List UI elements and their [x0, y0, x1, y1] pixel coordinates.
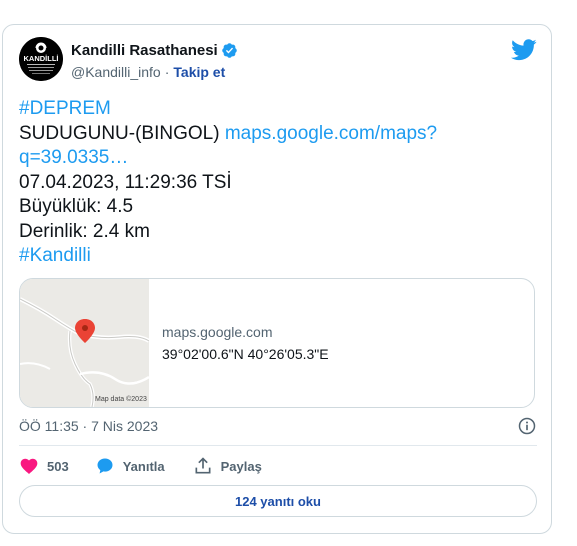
hashtag-deprem[interactable]: #DEPREM [19, 98, 111, 119]
hashtag-kandilli[interactable]: #Kandilli [19, 245, 91, 266]
share-button[interactable]: Paylaş [193, 456, 262, 476]
follow-button[interactable]: Takip et [173, 64, 225, 80]
tweet-header: KANDİLLİ Kandilli Rasathanesi @Kandilli_… [19, 37, 537, 81]
location-text: SUDUGUNU-(BINGOL) [19, 122, 225, 144]
like-button[interactable]: 503 [19, 456, 69, 476]
author-handle[interactable]: @Kandilli_info [71, 64, 161, 80]
depth-text: Derinlik: 2.4 km [19, 220, 150, 242]
map-link-card[interactable]: Map data ©2023 maps.google.com 39°02'00.… [19, 278, 535, 408]
map-image [20, 279, 151, 407]
share-label: Paylaş [220, 458, 262, 474]
reply-label: Yanıtla [122, 458, 165, 474]
tweet-text: #DEPREM SUDUGUNU-(BINGOL) maps.google.co… [19, 97, 539, 269]
datetime-text: 07.04.2023, 11:29:36 TSİ [19, 171, 232, 193]
author-display-name[interactable]: Kandilli Rasathanesi [71, 42, 218, 59]
reply-button[interactable]: Yanıtla [95, 456, 165, 476]
divider [19, 445, 537, 446]
tweet-timestamp[interactable]: ÖÖ 11:35 · 7 Nis 2023 [19, 418, 158, 434]
reply-bubble-icon [97, 458, 113, 474]
kandilli-logo-icon: KANDİLLİ [19, 37, 63, 81]
author-names: Kandilli Rasathanesi @Kandilli_info · Ta… [71, 41, 238, 81]
maps-link-part1[interactable]: maps.google.com/maps? [225, 123, 437, 144]
like-count: 503 [47, 458, 69, 474]
twitter-bird-icon[interactable] [511, 39, 537, 61]
verified-badge-icon [221, 42, 237, 58]
info-icon[interactable] [517, 416, 537, 436]
avatar[interactable]: KANDİLLİ [19, 37, 63, 81]
tweet-actions: 503 Yanıtla Paylaş [19, 453, 290, 479]
read-replies-button[interactable]: 124 yanıtı oku [19, 485, 537, 517]
map-credit: Map data ©2023 [95, 396, 147, 403]
separator-dot: · [164, 64, 170, 80]
share-icon [195, 457, 211, 474]
map-domain: maps.google.com [162, 324, 273, 340]
map-coordinates: 39°02'00.6"N 40°26'05.3"E [162, 346, 329, 362]
tweet-embed-card: KANDİLLİ Kandilli Rasathanesi @Kandilli_… [2, 24, 552, 534]
avatar-logo-text: KANDİLLİ [24, 54, 59, 63]
maps-link-part2[interactable]: q=39.0335… [19, 147, 128, 168]
magnitude-text: Büyüklük: 4.5 [19, 196, 134, 217]
heart-icon [20, 458, 38, 474]
tweet-meta: ÖÖ 11:35 · 7 Nis 2023 [19, 416, 537, 436]
map-thumbnail[interactable]: Map data ©2023 [20, 279, 151, 407]
map-card-info: maps.google.com 39°02'00.6"N 40°26'05.3"… [162, 324, 329, 362]
